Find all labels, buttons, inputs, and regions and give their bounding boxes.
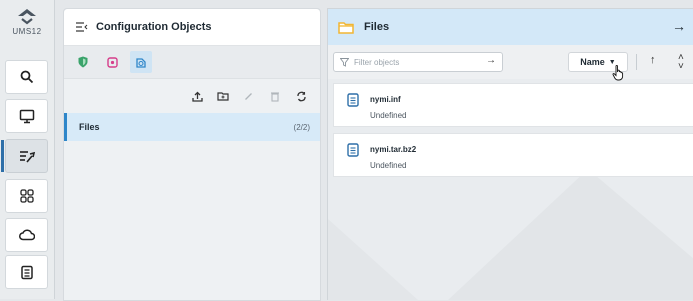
upload-button[interactable]	[190, 89, 204, 103]
file-icon	[347, 143, 359, 157]
toolbar-divider	[636, 54, 637, 70]
panel-title: Configuration Objects	[96, 21, 212, 33]
file-name: nymi.tar.bz2	[370, 145, 417, 154]
file-status: Undefined	[370, 161, 407, 170]
new-folder-icon	[217, 92, 229, 101]
ums-logo-icon	[18, 9, 36, 25]
refresh-button[interactable]	[294, 89, 308, 103]
filter-icon	[340, 57, 349, 67]
file-name: nymi.inf	[370, 95, 401, 104]
files-tab-icon	[136, 57, 146, 68]
logo-text: UMS12	[12, 27, 42, 36]
rail-configuration-button[interactable]	[1, 139, 48, 173]
tree-toolbar	[64, 79, 320, 113]
new-folder-button[interactable]	[216, 89, 230, 103]
tab-files[interactable]	[130, 51, 152, 73]
configuration-objects-panel: Configuration Objects Files (2/2)	[63, 8, 321, 301]
file-item[interactable]: nymi.inf Undefined	[333, 83, 693, 127]
rail-documents-button[interactable]	[5, 255, 48, 289]
files-title: Files	[364, 21, 390, 33]
files-panel: Files → Filter objects → Name ▼ ↑ ˄ ˅ nym…	[327, 8, 693, 300]
monitor-icon	[19, 109, 34, 123]
tree-item-count: (2/2)	[293, 122, 310, 132]
file-icon	[347, 93, 359, 107]
filter-submit-icon[interactable]: →	[486, 55, 496, 66]
file-item[interactable]: nymi.tar.bz2 Undefined	[333, 133, 693, 177]
configuration-objects-header: Configuration Objects	[64, 9, 320, 46]
wrench-list-icon	[19, 151, 35, 163]
shield-icon	[78, 56, 88, 68]
apps-grid-icon	[19, 189, 34, 203]
trash-icon	[271, 91, 279, 102]
rail-cloud-button[interactable]	[5, 218, 48, 252]
tree-item-label: Files	[79, 122, 100, 132]
filter-bar: Filter objects → Name ▼ ↑ ˄ ˅	[328, 45, 693, 81]
nav-rail: UMS12	[0, 0, 55, 299]
sort-label: Name	[580, 57, 605, 67]
edit-button[interactable]	[242, 89, 256, 103]
filter-placeholder: Filter objects	[354, 57, 400, 67]
ums-logo: UMS12	[6, 8, 48, 36]
delete-button[interactable]	[268, 89, 282, 103]
folder-icon	[338, 21, 354, 34]
expand-arrow-icon[interactable]: →	[672, 18, 686, 34]
rail-apps-button[interactable]	[5, 179, 48, 213]
refresh-icon	[296, 91, 306, 101]
device-config-icon	[106, 56, 118, 68]
upload-icon	[191, 91, 203, 102]
pencil-icon	[245, 93, 252, 100]
sort-ascending-icon[interactable]: ↑	[650, 54, 656, 66]
search-icon	[20, 70, 33, 84]
rail-search-button[interactable]	[5, 60, 48, 94]
tab-shield[interactable]	[72, 51, 94, 73]
collapse-expand-icon[interactable]: ˄ ˅	[678, 53, 684, 72]
cloud-icon	[18, 229, 35, 241]
collapse-menu-icon[interactable]	[76, 22, 88, 32]
rail-devices-button[interactable]	[5, 99, 48, 133]
filter-input[interactable]: Filter objects →	[333, 52, 503, 72]
files-header: Files →	[328, 9, 693, 45]
document-icon	[20, 265, 33, 279]
tab-device-config[interactable]	[101, 51, 123, 73]
object-type-tabs	[64, 46, 320, 79]
hand-cursor-icon	[612, 65, 624, 81]
file-status: Undefined	[370, 111, 407, 120]
tree-item-files[interactable]: Files (2/2)	[64, 113, 320, 141]
